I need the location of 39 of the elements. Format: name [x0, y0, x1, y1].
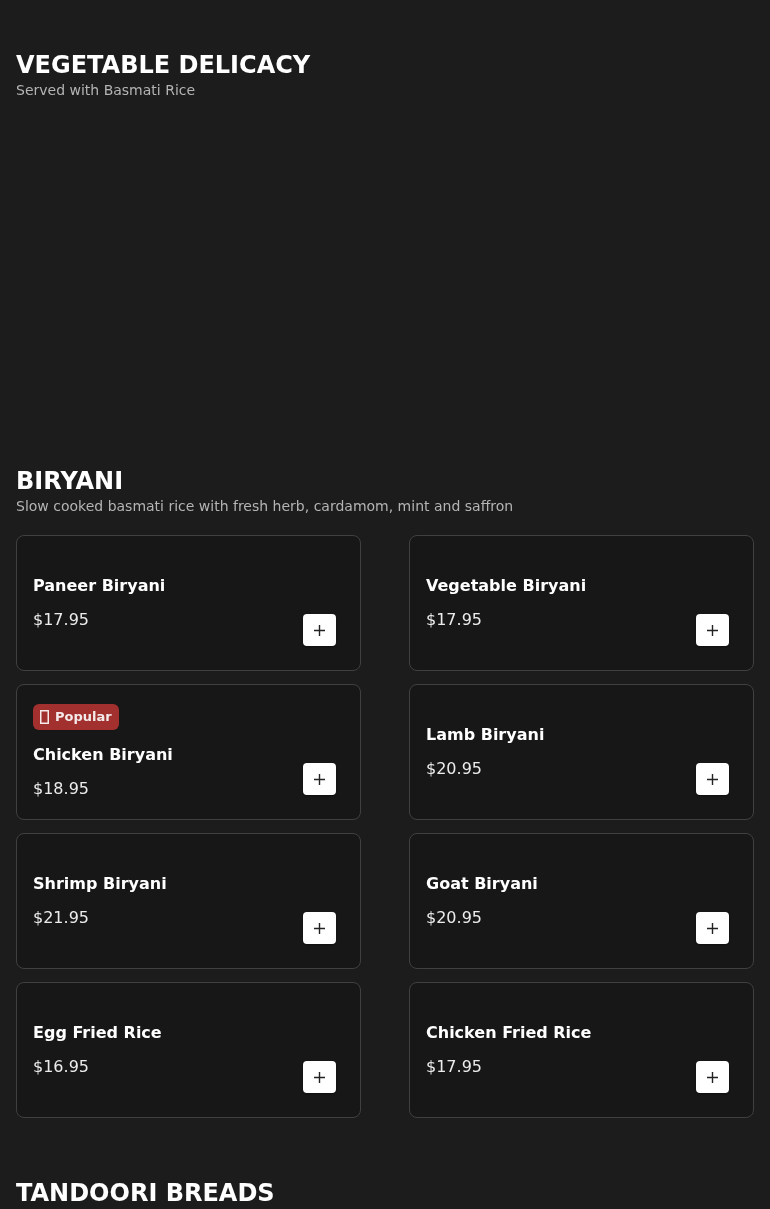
item-name: Goat Biryani	[426, 873, 538, 895]
item-price: $17.95	[426, 609, 482, 631]
item-price: $17.95	[426, 1056, 482, 1078]
plus-icon	[314, 624, 325, 636]
item-price: $18.95	[33, 777, 89, 800]
plus-icon	[707, 773, 718, 785]
add-button[interactable]	[303, 763, 336, 795]
item-name: Egg Fried Rice	[33, 1022, 162, 1044]
section-title: TANDOORI BREADS	[16, 1178, 275, 1208]
plus-icon	[314, 922, 325, 934]
item-price: $21.95	[33, 907, 89, 929]
add-button[interactable]	[696, 763, 729, 795]
section-title: BIRYANI	[16, 466, 124, 496]
section-title: VEGETABLE DELICACY	[16, 50, 311, 80]
add-button[interactable]	[303, 614, 336, 646]
missing-glyph-icon	[40, 709, 49, 724]
item-name: Chicken Biryani	[33, 743, 173, 766]
add-button[interactable]	[696, 912, 729, 944]
add-button[interactable]	[696, 614, 729, 646]
plus-icon	[314, 1071, 325, 1083]
item-name: Paneer Biryani	[33, 575, 166, 597]
add-button[interactable]	[696, 1061, 729, 1093]
section-subtitle: Slow cooked basmati rice with fresh herb, cardamom, mint and saffron	[16, 497, 514, 516]
item-price: $17.95	[33, 609, 89, 631]
plus-icon	[707, 1071, 718, 1083]
section-subtitle: Served with Basmati Rice	[16, 81, 196, 100]
badge-label: Popular	[55, 708, 112, 725]
add-button[interactable]	[303, 1061, 336, 1093]
item-name: Lamb Biryani	[426, 724, 545, 746]
plus-icon	[314, 773, 325, 785]
item-name: Vegetable Biryani	[426, 575, 587, 597]
item-price: $20.95	[426, 907, 482, 929]
item-price: $16.95	[33, 1056, 89, 1078]
item-name: Chicken Fried Rice	[426, 1022, 592, 1044]
item-price: $20.95	[426, 758, 482, 780]
plus-icon	[707, 624, 718, 636]
plus-icon	[707, 922, 718, 934]
item-name: Shrimp Biryani	[33, 873, 167, 895]
add-button[interactable]	[303, 912, 336, 944]
